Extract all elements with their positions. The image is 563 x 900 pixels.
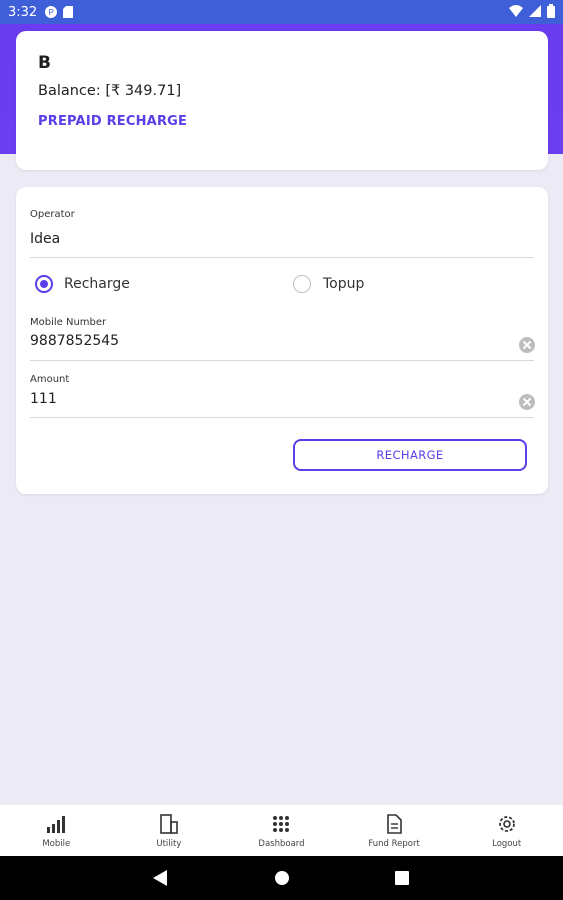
document-icon <box>387 814 402 834</box>
building-icon <box>160 814 178 834</box>
operator-label: Operator <box>30 209 75 220</box>
sim-card-icon <box>63 6 74 18</box>
nav-fund-report-label: Fund Report <box>368 839 420 849</box>
nav-dashboard[interactable]: Dashboard <box>225 805 338 857</box>
battery-icon <box>547 4 555 18</box>
radio-topup-label[interactable]: Topup <box>323 276 364 292</box>
operator-select[interactable]: Idea <box>30 231 60 247</box>
bottom-navigation: Mobile Utility Dashboard Fund Report Log… <box>0 804 563 857</box>
nav-logout-label: Logout <box>492 839 522 849</box>
signal-icon <box>529 5 541 17</box>
gear-icon <box>498 816 515 832</box>
operator-divider <box>30 257 534 258</box>
nav-dashboard-label: Dashboard <box>258 839 305 849</box>
system-navigation-bar <box>0 856 563 900</box>
wifi-icon <box>509 5 523 17</box>
status-bar: 3:32 P <box>0 0 563 24</box>
radio-recharge-label[interactable]: Recharge <box>64 276 130 292</box>
grid-icon <box>273 816 290 832</box>
radio-recharge[interactable] <box>35 275 53 293</box>
clear-mobile-icon[interactable] <box>519 337 535 353</box>
signal-bars-icon <box>47 816 66 833</box>
mobile-divider <box>30 360 534 361</box>
radio-topup[interactable] <box>293 275 311 293</box>
nav-mobile-label: Mobile <box>42 839 71 849</box>
balance-text: Balance: [₹ 349.71] <box>38 83 182 99</box>
notification-p-icon: P <box>45 6 58 18</box>
nav-utility-label: Utility <box>156 839 182 849</box>
account-name: B <box>38 53 51 73</box>
recharge-button[interactable]: RECHARGE <box>293 439 527 471</box>
home-icon[interactable] <box>274 870 290 886</box>
prepaid-recharge-link[interactable]: PREPAID RECHARGE <box>38 114 187 129</box>
back-icon[interactable] <box>153 870 167 886</box>
mobile-number-input[interactable]: 9887852545 <box>30 333 119 349</box>
amount-divider <box>30 417 534 418</box>
status-left-icons: P <box>45 6 74 18</box>
clear-amount-icon[interactable] <box>519 394 535 410</box>
svg-text:P: P <box>49 8 54 17</box>
nav-fund-report[interactable]: Fund Report <box>338 805 451 857</box>
status-right-icons <box>509 4 555 18</box>
amount-label: Amount <box>30 374 70 385</box>
recents-icon[interactable] <box>395 871 409 885</box>
status-time: 3:32 <box>8 4 38 20</box>
nav-utility[interactable]: Utility <box>113 805 226 857</box>
amount-input[interactable]: 111 <box>30 391 57 407</box>
nav-mobile[interactable]: Mobile <box>0 805 113 857</box>
account-card: B Balance: [₹ 349.71] PREPAID RECHARGE <box>16 31 548 170</box>
nav-logout[interactable]: Logout <box>450 805 563 857</box>
recharge-form-card: Operator Idea Recharge Topup Mobile Numb… <box>16 187 548 494</box>
mobile-number-label: Mobile Number <box>30 317 107 328</box>
